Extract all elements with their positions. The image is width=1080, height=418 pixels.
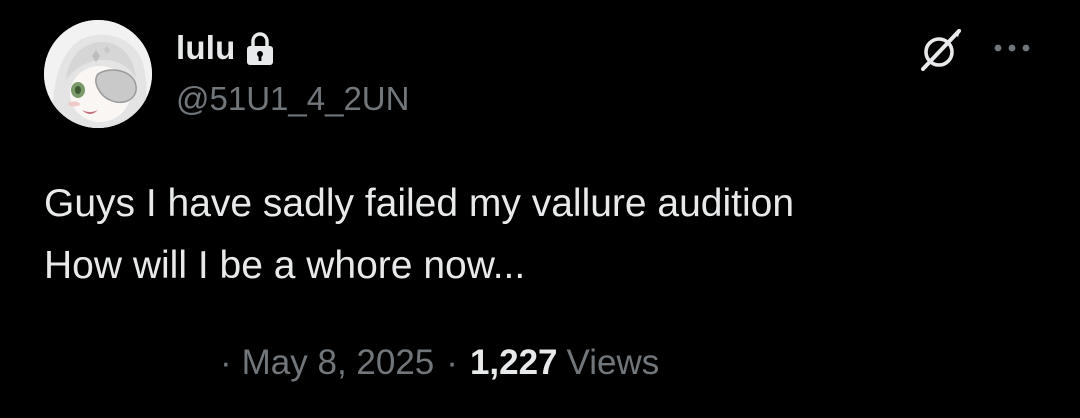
- lock-icon: [245, 31, 275, 67]
- more-icon[interactable]: [990, 36, 1034, 60]
- post-text-line-2: How will I be a whore now...: [44, 244, 526, 287]
- post-text: Guys I have sadly failed my vallure audi…: [44, 173, 1044, 297]
- post-date[interactable]: May 8, 2025: [242, 343, 435, 383]
- post: lulu @51U1_4_2UN Guys I have sadly faile…: [0, 0, 1080, 418]
- post-text-line-1: Guys I have sadly failed my vallure audi…: [44, 182, 795, 225]
- meta-separator: ·: [220, 343, 232, 382]
- post-meta: · May 8, 2025 · 1,227 Views: [220, 343, 659, 383]
- anime-avatar-image: [44, 20, 152, 128]
- views-label: Views: [566, 343, 660, 382]
- author-name-row: lulu: [176, 26, 275, 70]
- views-count: 1,227: [469, 343, 558, 382]
- display-name[interactable]: lulu: [176, 29, 235, 67]
- grok-icon[interactable]: [914, 24, 966, 76]
- avatar[interactable]: [44, 20, 152, 128]
- meta-separator: ·: [446, 343, 458, 382]
- user-handle[interactable]: @51U1_4_2UN: [176, 80, 409, 118]
